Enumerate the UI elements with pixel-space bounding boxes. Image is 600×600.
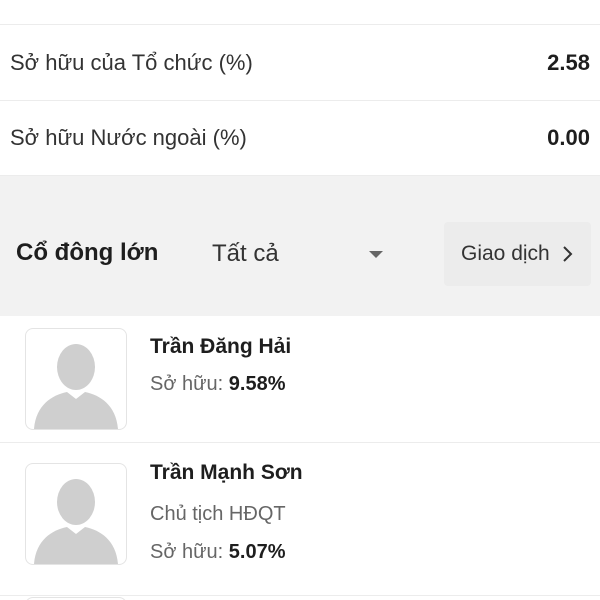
ownership-value: 9.58% xyxy=(228,373,286,395)
stock-ownership-screen: Sở hữu của Tổ chức (%) 2.58 Sở hữu Nước … xyxy=(0,0,600,600)
person-placeholder-icon xyxy=(25,463,127,565)
shareholder-filter-select[interactable]: Tất cả xyxy=(196,226,396,282)
shareholder-ownership: Sở hữu: 5.07% xyxy=(150,541,285,564)
foreign-ownership-row: Sở hữu Nước ngoài (%) 0.00 xyxy=(0,101,600,176)
shareholder-list-item[interactable]: Trần Đăng Hải Sở hữu: 9.58% xyxy=(0,316,600,443)
transactions-button-label: Giao dịch xyxy=(461,242,550,265)
ownership-label: Sở hữu: xyxy=(150,373,224,395)
transactions-button[interactable]: Giao dịch xyxy=(444,222,591,286)
shareholder-list-item[interactable]: Trần Mạnh Sơn Chủ tịch HĐQT Sở hữu: 5.07… xyxy=(0,443,600,596)
ownership-label: Sở hữu: xyxy=(150,541,224,563)
caret-down-icon xyxy=(369,251,383,258)
major-shareholders-header: Cổ đông lớn Tất cả Giao dịch xyxy=(0,196,600,314)
section-title: Cổ đông lớn xyxy=(16,239,159,266)
chevron-right-icon xyxy=(563,246,573,262)
shareholder-name: Trần Đăng Hải xyxy=(150,335,292,358)
foreign-ownership-label: Sở hữu Nước ngoài (%) xyxy=(10,125,247,150)
shareholder-name: Trần Mạnh Sơn xyxy=(150,461,303,484)
person-placeholder-icon xyxy=(25,328,127,430)
institutional-ownership-row: Sở hữu của Tổ chức (%) 2.58 xyxy=(0,26,600,101)
shareholder-role: Chủ tịch HĐQT xyxy=(150,503,286,525)
filter-selected-value: Tất cả xyxy=(212,240,279,267)
institutional-ownership-value: 2.58 xyxy=(547,50,590,75)
ownership-row-cut-off xyxy=(0,0,600,25)
foreign-ownership-value: 0.00 xyxy=(547,125,590,150)
ownership-value: 5.07% xyxy=(228,541,286,563)
shareholder-ownership: Sở hữu: 9.58% xyxy=(150,373,285,396)
institutional-ownership-label: Sở hữu của Tổ chức (%) xyxy=(10,50,253,75)
